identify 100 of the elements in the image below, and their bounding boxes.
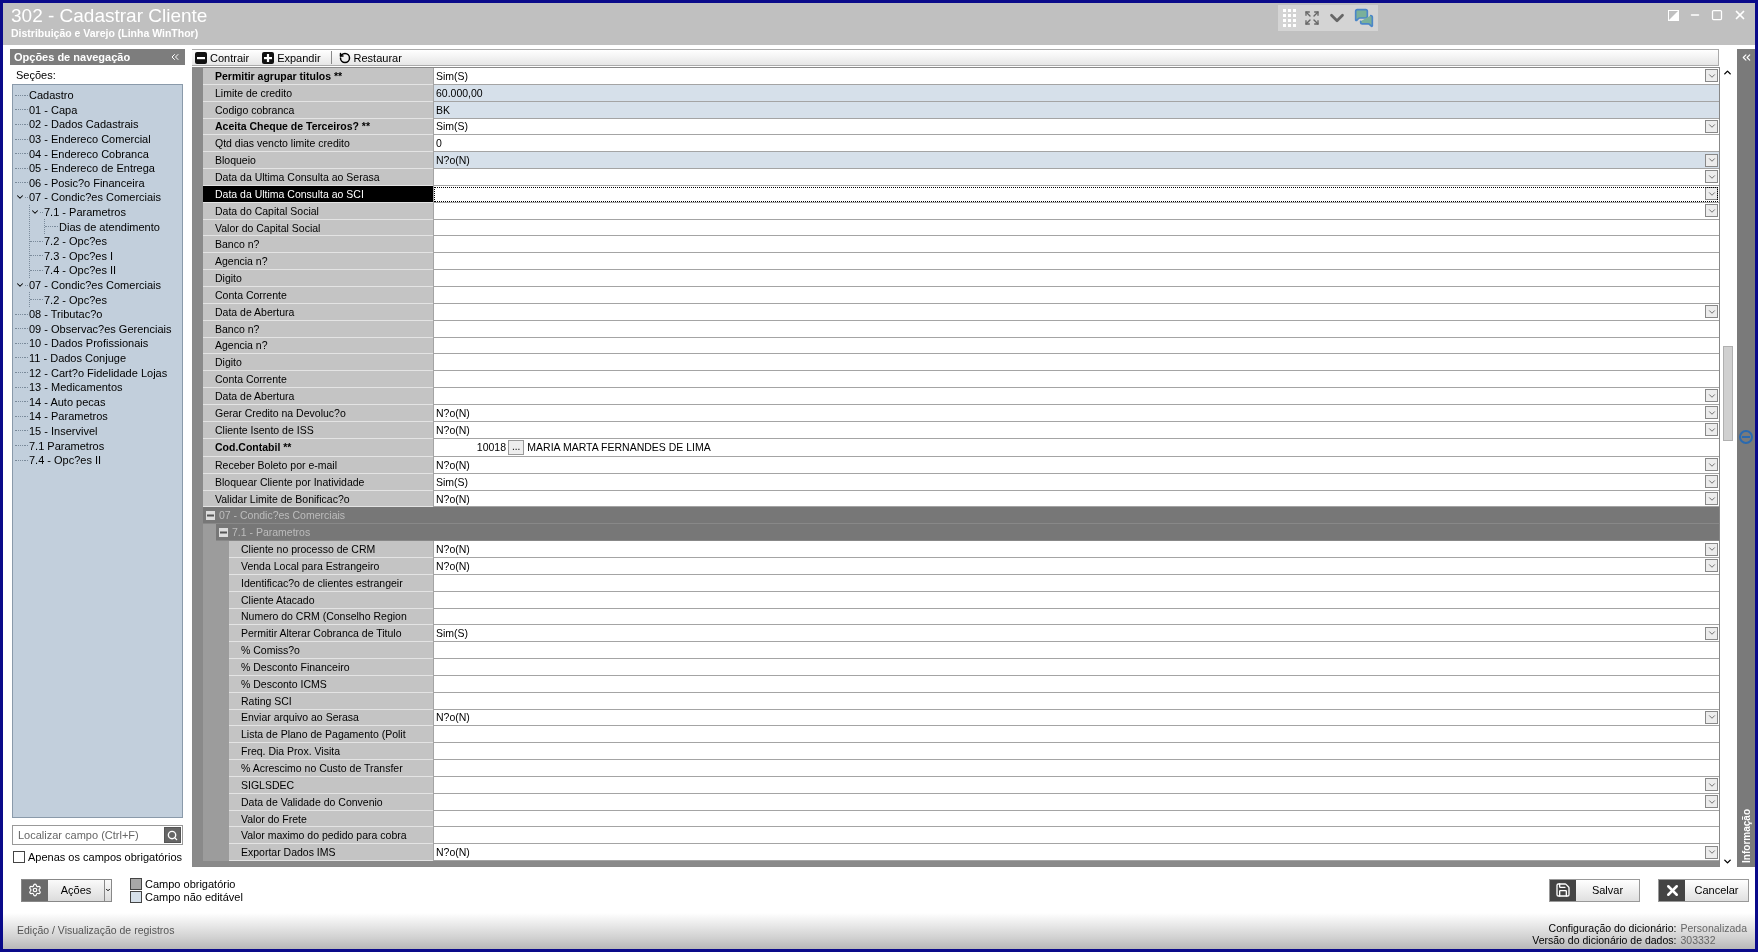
field-value[interactable] <box>433 270 1719 287</box>
window-subtitle: Distribuição e Varejo (Linha WinThor) <box>11 27 200 40</box>
field-label: Bloqueio <box>203 152 433 170</box>
field-value[interactable] <box>433 827 1719 845</box>
panel-tab-icon[interactable] <box>1739 428 1753 445</box>
toolbar-button[interactable]: Expandir <box>259 50 327 65</box>
legend-label: Campo obrigatório <box>145 877 236 890</box>
value-text: N?o(N) <box>436 543 471 556</box>
tree-item[interactable]: 7.4 - Opc?es II <box>28 454 102 467</box>
field-value[interactable]: N?o(N) <box>433 152 1719 170</box>
field-value[interactable] <box>433 760 1719 777</box>
search-field[interactable]: Localizar campo (Ctrl+F) <box>12 825 183 845</box>
tree-item[interactable]: 07 - Condic?es Comerciais <box>28 279 162 291</box>
tree-item[interactable]: 7.1 Parametros <box>28 439 105 452</box>
field-label: Permitir agrupar titulos ** <box>203 68 433 85</box>
field-value[interactable] <box>433 659 1719 676</box>
field-value[interactable]: Sim(S) <box>433 68 1719 85</box>
window-title: 302 - Cadastrar Cliente <box>11 5 209 27</box>
tree-item[interactable]: 12 - Cart?o Fidelidade Lojas <box>28 366 168 379</box>
info-value: Personalizada <box>1680 922 1747 934</box>
save-button[interactable]: Salvar <box>1549 878 1640 902</box>
field-label: % Acrescimo no Custo de Transfer <box>229 760 433 777</box>
chat-icon[interactable] <box>1354 8 1374 28</box>
info-label: Configuração do dicionário: <box>1547 922 1677 934</box>
field-value[interactable] <box>433 642 1719 660</box>
code-value: 10018 <box>475 441 507 454</box>
toggle-button[interactable] <box>206 510 215 520</box>
tree-item[interactable]: Dias de atendimento <box>58 220 160 233</box>
field-value[interactable] <box>433 354 1719 372</box>
value-text: N?o(N) <box>436 406 471 419</box>
tree-item[interactable]: 08 - Tributac?o <box>28 308 103 321</box>
tree-item[interactable]: 7.1 - Parametros <box>43 206 126 219</box>
field-label: Agencia n? <box>203 253 433 271</box>
tree-item[interactable]: 13 - Medicamentos <box>28 381 123 394</box>
section-title: 07 - Condic?es Comerciais <box>219 509 346 522</box>
maximize-icon[interactable] <box>1711 9 1723 21</box>
tree-item[interactable]: Cadastro <box>28 89 74 102</box>
tree-item[interactable]: 14 - Parametros <box>28 410 108 423</box>
caret-icon <box>105 886 111 894</box>
tree-item[interactable]: 7.2 - Opc?es <box>43 293 107 306</box>
field-value[interactable]: 0 <box>433 135 1719 153</box>
field-value[interactable]: Sim(S) <box>433 625 1719 643</box>
restore-icon[interactable] <box>1668 9 1679 21</box>
tree-item[interactable]: 7.2 - Opc?es <box>43 235 107 248</box>
minus-icon <box>195 51 207 64</box>
tree-item[interactable]: 03 - Endereco Comercial <box>28 133 151 146</box>
field-value[interactable] <box>433 169 1719 186</box>
toggle-button[interactable] <box>219 527 228 537</box>
field-value[interactable]: N?o(N) <box>433 844 1719 862</box>
toolbar-button[interactable]: Restaurar <box>335 50 408 65</box>
tree-item[interactable]: 06 - Posic?o Financeira <box>28 176 145 189</box>
group-label: Seções: <box>15 68 57 82</box>
field-value[interactable] <box>433 236 1719 254</box>
cancel-button[interactable]: Cancelar <box>1658 878 1749 902</box>
field-value[interactable] <box>433 743 1719 761</box>
scroll-down-icon[interactable] <box>1722 856 1733 867</box>
panel-title: Opções de navegação <box>14 51 131 63</box>
plus-icon <box>262 51 275 64</box>
grid-dots-icon[interactable] <box>1282 8 1298 28</box>
toolbar-button[interactable]: Contrair <box>192 50 256 65</box>
field-value[interactable] <box>433 253 1719 271</box>
tree-item[interactable]: 14 - Auto pecas <box>28 395 106 408</box>
actions-button[interactable]: Ações <box>21 878 112 902</box>
close-icon[interactable] <box>1733 8 1747 22</box>
field-value[interactable]: N?o(N) <box>433 541 1719 558</box>
tree-item[interactable]: 05 - Endereco de Entrega <box>28 162 155 175</box>
field-value[interactable] <box>433 388 1719 405</box>
info-label: Versão do dicionário de dados: <box>1532 934 1677 946</box>
field-label: Cliente no processo de CRM <box>229 541 433 558</box>
panel-tab-label[interactable]: Informação <box>1740 809 1752 863</box>
chevron-down-icon[interactable] <box>15 280 25 290</box>
tree-item[interactable]: 04 - Endereco Cobranca <box>28 147 149 160</box>
legend-label: Campo não editável <box>145 890 243 903</box>
tree-item[interactable]: 01 - Capa <box>28 103 78 116</box>
field-value[interactable] <box>433 371 1719 389</box>
field-label: Conta Corrente <box>203 371 433 389</box>
field-label: Banco n? <box>203 236 433 254</box>
collapse-icon[interactable] <box>169 51 181 63</box>
fullscreen-icon[interactable] <box>1304 10 1320 26</box>
value-text: 0 <box>436 137 443 150</box>
checkbox[interactable] <box>13 851 25 863</box>
tree-item[interactable]: 7.4 - Opc?es II <box>43 264 117 277</box>
value-text: Sim(S) <box>436 120 470 133</box>
tree-item[interactable]: 07 - Condic?es Comerciais <box>28 191 162 204</box>
chevron-down-icon <box>1706 172 1717 182</box>
tree-item[interactable]: 09 - Observac?es Gerenciais <box>28 322 172 335</box>
field-value[interactable] <box>433 726 1719 744</box>
value-text: Sim(S) <box>436 475 470 488</box>
search-button[interactable] <box>164 827 181 843</box>
tree-item[interactable]: 11 - Dados Conjuge <box>28 352 127 364</box>
tree-item[interactable]: 10 - Dados Profissionais <box>28 337 149 350</box>
info-value: 303332 <box>1680 934 1717 946</box>
scrollbar-thumb[interactable] <box>1722 346 1733 441</box>
tree-item[interactable]: 15 - Inservivel <box>28 424 98 437</box>
tree-item[interactable]: 02 - Dados Cadastrais <box>28 118 139 131</box>
scroll-up-icon[interactable] <box>1722 67 1733 78</box>
tree-item[interactable]: 7.3 - Opc?es I <box>43 249 114 262</box>
undo-icon <box>338 51 351 64</box>
lookup-button[interactable]: ... <box>508 439 525 455</box>
dropdown-button[interactable] <box>1705 187 1718 201</box>
